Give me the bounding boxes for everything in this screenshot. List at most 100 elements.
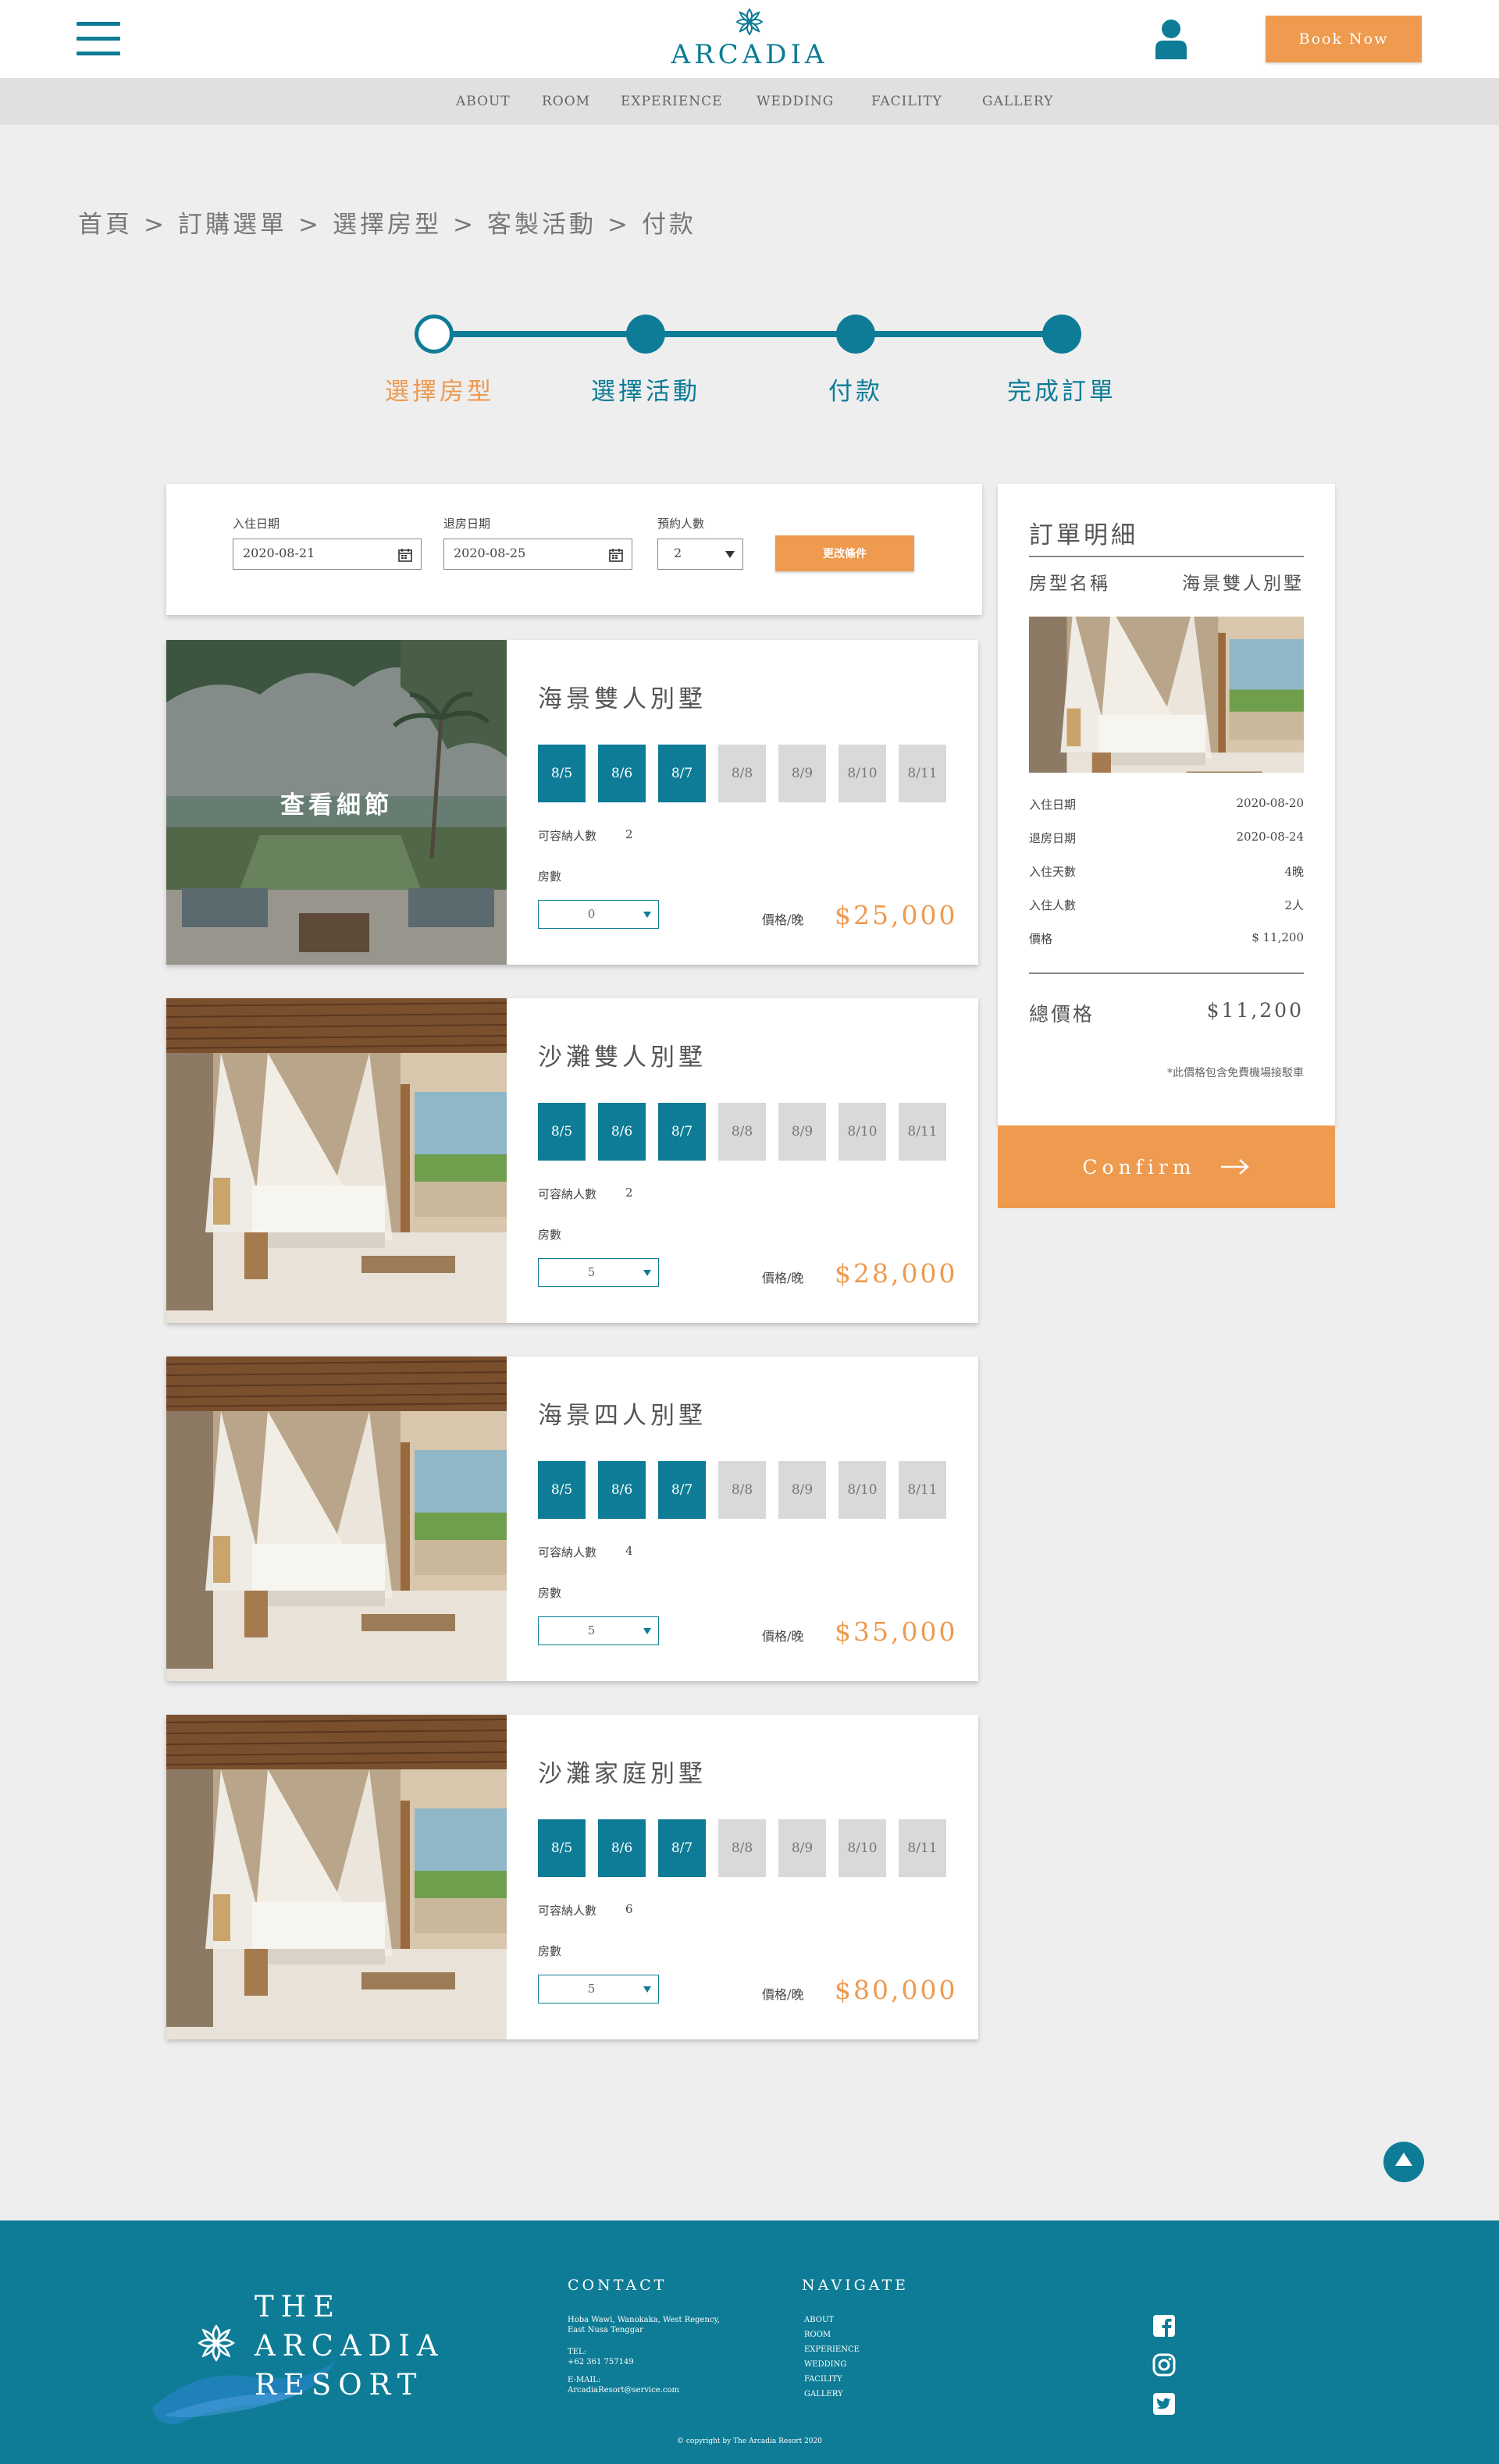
summary-checkout-label: 退房日期: [1029, 831, 1077, 845]
summary-divider: [1029, 972, 1304, 974]
date-chip[interactable]: 8/8: [718, 1103, 766, 1161]
checkin-date-input[interactable]: 2020-08-21: [233, 539, 422, 570]
date-chip[interactable]: 8/11: [899, 1103, 946, 1161]
nav-item-facility[interactable]: FACILITY: [871, 94, 942, 109]
room-count-select[interactable]: 5: [538, 1975, 659, 2004]
twitter-icon[interactable]: [1152, 2392, 1176, 2416]
logo-flower-icon: [735, 8, 764, 36]
date-chip[interactable]: 8/8: [718, 1461, 766, 1519]
room-count-value: 5: [587, 1623, 596, 1637]
date-chip[interactable]: 8/11: [899, 745, 946, 802]
summary-divider: [1029, 556, 1304, 557]
footer-nav-facility[interactable]: FACILITY: [804, 2375, 842, 2384]
capacity-label: 可容納人數: [538, 1545, 597, 1559]
breadcrumb-home[interactable]: 首頁: [78, 211, 133, 239]
date-chip[interactable]: 8/6: [598, 1461, 646, 1519]
guests-select[interactable]: 2: [657, 539, 743, 570]
checkout-date-input[interactable]: 2020-08-25: [443, 539, 632, 570]
summary-note: *此價格包含免費機場接駁車: [1167, 1067, 1304, 1079]
price-per-night-label: 價格/晚: [762, 912, 804, 927]
date-chip[interactable]: 8/9: [778, 1103, 826, 1161]
footer-navigate-heading: NAVIGATE: [802, 2277, 910, 2294]
date-chip[interactable]: 8/5: [538, 1461, 586, 1519]
footer-nav-gallery[interactable]: GALLERY: [804, 2390, 843, 2398]
footer-nav-room[interactable]: ROOM: [804, 2331, 831, 2339]
price-value: $80,000: [835, 1975, 958, 2005]
update-search-button[interactable]: 更改條件: [775, 535, 914, 571]
room-card: 沙灘家庭別墅 8/5 8/6 8/7 8/8 8/9 8/10 8/11 可容納人數 6 房數 5 價格…: [166, 1715, 978, 2039]
date-chip[interactable]: 8/9: [778, 745, 826, 802]
site-logo[interactable]: ARCADIA: [656, 6, 843, 72]
chevron-down-icon: [643, 1986, 651, 1993]
nav-item-room[interactable]: ROOM: [542, 94, 590, 109]
date-chip[interactable]: 8/10: [839, 1461, 886, 1519]
view-details-overlay[interactable]: 查看細節: [166, 640, 507, 965]
footer-nav-wedding[interactable]: WEDDING: [804, 2360, 846, 2369]
room-card: 海景四人別墅 8/5 8/6 8/7 8/8 8/9 8/10 8/11 可容納人數 4 房數 5 價格…: [166, 1356, 978, 1681]
room-photo[interactable]: [166, 1715, 507, 2039]
book-now-button[interactable]: Book Now: [1266, 16, 1422, 62]
room-photo[interactable]: 查看細節: [166, 640, 507, 965]
nav-item-gallery[interactable]: GALLERY: [982, 94, 1053, 109]
date-chip[interactable]: 8/10: [839, 1103, 886, 1161]
date-chip[interactable]: 8/5: [538, 745, 586, 802]
date-chip[interactable]: 8/8: [718, 745, 766, 802]
footer-email[interactable]: ArcadiaResort@service.com: [568, 2385, 679, 2395]
date-chip[interactable]: 8/9: [778, 1819, 826, 1877]
summary-room-type-label: 房型名稱: [1029, 574, 1110, 594]
date-chip[interactable]: 8/9: [778, 1461, 826, 1519]
breadcrumb-room-type[interactable]: 選擇房型: [333, 211, 442, 239]
breadcrumb-payment[interactable]: 付款: [642, 211, 696, 239]
date-chip[interactable]: 8/6: [598, 1103, 646, 1161]
footer-address: Hoba Wawi, Wanokaka, West Regency, East …: [568, 2316, 721, 2334]
step-label-1: 選擇房型: [385, 378, 494, 406]
date-chip[interactable]: 8/6: [598, 745, 646, 802]
capacity-value: 2: [625, 1186, 633, 1200]
user-account-icon[interactable]: [1152, 19, 1190, 59]
date-chip[interactable]: 8/10: [839, 1819, 886, 1877]
date-chip[interactable]: 8/6: [598, 1819, 646, 1877]
facebook-icon[interactable]: [1152, 2314, 1176, 2338]
guests-label: 預約人數: [657, 517, 705, 531]
date-chip[interactable]: 8/10: [839, 745, 886, 802]
arrow-up-icon: [1395, 2153, 1412, 2166]
date-chip[interactable]: 8/7: [658, 1461, 706, 1519]
footer-nav-experience[interactable]: EXPERIENCE: [804, 2345, 860, 2354]
menu-hamburger-icon[interactable]: [77, 22, 120, 56]
step-dot-4: [1042, 315, 1081, 354]
date-chip[interactable]: 8/11: [899, 1461, 946, 1519]
date-chip[interactable]: 8/7: [658, 745, 706, 802]
nav-item-about[interactable]: ABOUT: [456, 94, 511, 109]
step-label-3: 付款: [828, 378, 883, 406]
footer-tel[interactable]: +62 361 757149: [568, 2357, 634, 2367]
room-count-select[interactable]: 0: [538, 900, 659, 929]
date-chip[interactable]: 8/5: [538, 1819, 586, 1877]
price-value: $35,000: [835, 1616, 958, 1647]
footer-email-label: E-MAIL:: [568, 2376, 601, 2384]
date-chip[interactable]: 8/8: [718, 1819, 766, 1877]
back-to-top-button[interactable]: [1383, 2142, 1424, 2182]
footer-nav-about[interactable]: ABOUT: [804, 2316, 834, 2324]
footer-logo-flower-icon: [198, 2324, 235, 2362]
instagram-icon[interactable]: [1152, 2353, 1176, 2377]
room-count-label: 房數: [538, 1944, 562, 1958]
date-chip[interactable]: 8/7: [658, 1819, 706, 1877]
room-count-select[interactable]: 5: [538, 1616, 659, 1645]
site-header: ARCADIA Book Now: [0, 0, 1499, 78]
room-photo[interactable]: [166, 998, 507, 1323]
confirm-button[interactable]: Confirm: [998, 1125, 1335, 1208]
chevron-down-icon: [643, 1628, 651, 1634]
room-photo[interactable]: [166, 1356, 507, 1681]
date-chip[interactable]: 8/11: [899, 1819, 946, 1877]
step-label-2: 選擇活動: [591, 378, 700, 406]
breadcrumb-custom-activity[interactable]: 客製活動: [487, 211, 596, 239]
room-count-label: 房數: [538, 1228, 562, 1242]
room-count-select[interactable]: 5: [538, 1258, 659, 1287]
confirm-label: Confirm: [1082, 1155, 1196, 1179]
nav-item-wedding[interactable]: WEDDING: [757, 94, 834, 109]
date-chip[interactable]: 8/5: [538, 1103, 586, 1161]
nav-item-experience[interactable]: EXPERIENCE: [621, 94, 723, 109]
breadcrumb-separator: >: [607, 211, 631, 239]
breadcrumb-order-menu[interactable]: 訂購選單: [178, 211, 287, 239]
date-chip[interactable]: 8/7: [658, 1103, 706, 1161]
